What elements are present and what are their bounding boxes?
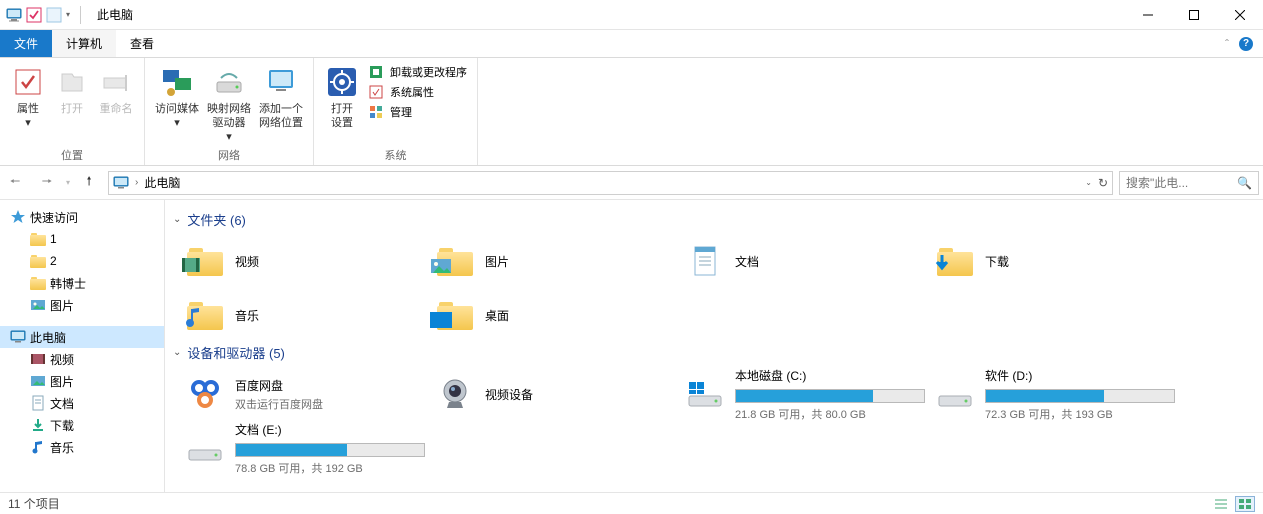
device-camera[interactable]: 视频设备: [433, 370, 683, 418]
close-button[interactable]: [1217, 0, 1263, 30]
drive-d[interactable]: 软件 (D:) 72.3 GB 可用，共 193 GB: [933, 370, 1183, 418]
search-icon: 🔍: [1237, 176, 1252, 190]
qat-dropdown-icon[interactable]: ▾: [66, 10, 70, 19]
ribbon-collapse-icon[interactable]: ˆ: [1225, 37, 1229, 51]
nav-forward-button[interactable]: 🠖: [34, 170, 60, 196]
nav-back-button[interactable]: 🠔: [2, 170, 28, 196]
group-location-label: 位置: [0, 147, 144, 165]
view-tiles-icon[interactable]: [1235, 496, 1255, 512]
help-icon[interactable]: ?: [1239, 37, 1253, 51]
properties-button[interactable]: 属性 ▾: [6, 60, 50, 130]
folder-music[interactable]: 音乐: [183, 291, 433, 339]
open-button[interactable]: 打开: [50, 60, 94, 116]
system-properties-button[interactable]: 系统属性: [364, 84, 471, 100]
pc-icon: [113, 175, 129, 191]
folder-videos[interactable]: 视频: [183, 237, 433, 285]
folder-desktop[interactable]: 桌面: [433, 291, 683, 339]
tree-item-hanboshi[interactable]: 韩博士: [0, 272, 164, 294]
pictures-icon: [30, 297, 46, 313]
tree-item-pictures-q[interactable]: 图片: [0, 294, 164, 316]
status-item-count: 11 个项目: [8, 495, 60, 512]
address-dropdown-icon[interactable]: ⌄: [1085, 178, 1092, 187]
group-system-label: 系统: [314, 147, 477, 165]
nav-tree[interactable]: 快速访问 1 2 韩博士 图片 此电脑 视频 图片 文档 下载 音乐: [0, 200, 165, 492]
uninstall-button[interactable]: 卸载或更改程序: [364, 64, 471, 80]
rename-button[interactable]: 重命名: [94, 60, 138, 116]
refresh-icon[interactable]: ↻: [1098, 176, 1108, 190]
videos-icon: [30, 351, 46, 367]
group-devices-header[interactable]: ⌄ 设备和驱动器 (5): [173, 343, 1263, 362]
add-network-location-button[interactable]: 添加一个 网络位置: [255, 60, 307, 130]
chevron-down-icon: ⌄: [173, 214, 181, 225]
view-details-icon[interactable]: [1211, 496, 1231, 512]
star-icon: [10, 209, 26, 225]
nav-up-button[interactable]: 🠕: [76, 170, 102, 196]
chevron-down-icon: ⌄: [173, 347, 181, 358]
folder-documents[interactable]: 文档: [683, 237, 933, 285]
device-baidu[interactable]: 百度网盘 双击运行百度网盘: [183, 370, 433, 418]
drive-e[interactable]: 文档 (E:) 78.8 GB 可用，共 192 GB: [183, 424, 433, 472]
map-drive-button[interactable]: 映射网络 驱动器 ▾: [203, 60, 255, 144]
music-icon: [30, 439, 46, 455]
access-media-button[interactable]: 访问媒体 ▾: [151, 60, 203, 130]
baidu-icon: [185, 374, 225, 414]
content-area[interactable]: ⌄ 文件夹 (6) 视频 图片 文档 下载 音乐: [165, 200, 1263, 492]
pc-icon: [10, 329, 26, 345]
nav-history-dropdown[interactable]: ▾: [66, 178, 70, 187]
drive-icon: [185, 428, 225, 468]
drive-c[interactable]: 本地磁盘 (C:) 21.8 GB 可用，共 80.0 GB: [683, 370, 933, 418]
manage-button[interactable]: 管理: [364, 104, 471, 120]
tree-quick-access[interactable]: 快速访问: [0, 206, 164, 228]
folder-pictures[interactable]: 图片: [433, 237, 683, 285]
tree-item-2[interactable]: 2: [0, 250, 164, 272]
properties-qat-icon[interactable]: [46, 7, 62, 23]
chevron-right-icon[interactable]: ›: [135, 177, 138, 188]
group-folders-header[interactable]: ⌄ 文件夹 (6): [173, 210, 1263, 229]
tree-this-pc[interactable]: 此电脑: [0, 326, 164, 348]
breadcrumb-root[interactable]: 此电脑: [144, 174, 180, 191]
tab-computer[interactable]: 计算机: [52, 30, 116, 57]
documents-icon: [30, 395, 46, 411]
drive-icon: [935, 374, 975, 414]
qat-separator: [80, 6, 81, 24]
tree-videos[interactable]: 视频: [0, 348, 164, 370]
tab-file[interactable]: 文件: [0, 30, 52, 57]
search-input[interactable]: [1126, 176, 1252, 190]
save-icon[interactable]: [26, 7, 42, 23]
minimize-button[interactable]: [1125, 0, 1171, 30]
pc-icon: [6, 7, 22, 23]
pictures-icon: [30, 373, 46, 389]
folder-downloads[interactable]: 下载: [933, 237, 1183, 285]
tree-downloads[interactable]: 下载: [0, 414, 164, 436]
address-bar[interactable]: › 此电脑 ⌄ ↻: [108, 171, 1113, 195]
tree-item-1[interactable]: 1: [0, 228, 164, 250]
tab-view[interactable]: 查看: [116, 30, 168, 57]
tree-pictures[interactable]: 图片: [0, 370, 164, 392]
window-title: 此电脑: [97, 6, 133, 23]
tree-music[interactable]: 音乐: [0, 436, 164, 458]
search-box[interactable]: 🔍: [1119, 171, 1259, 195]
open-settings-button[interactable]: 打开 设置: [320, 60, 364, 130]
downloads-icon: [30, 417, 46, 433]
group-network-label: 网络: [145, 147, 313, 165]
tree-documents[interactable]: 文档: [0, 392, 164, 414]
drive-icon: [685, 374, 725, 414]
webcam-icon: [435, 374, 475, 414]
maximize-button[interactable]: [1171, 0, 1217, 30]
